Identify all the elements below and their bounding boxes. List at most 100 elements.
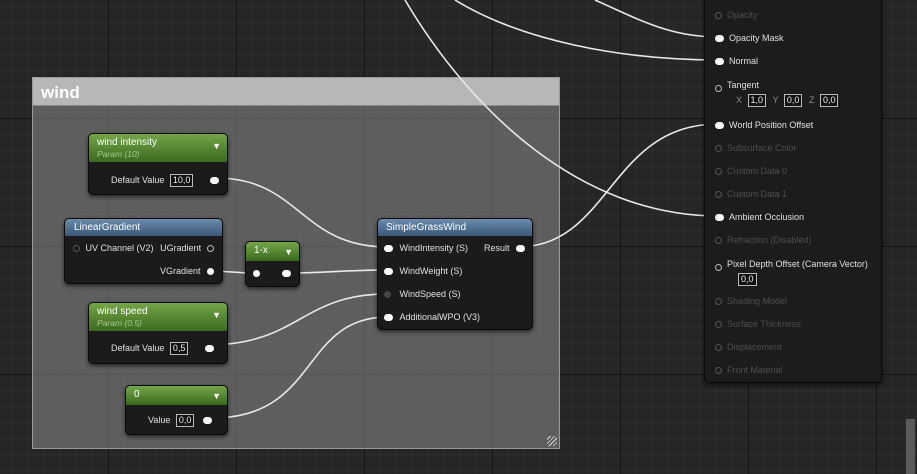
output-pin[interactable]: [282, 270, 291, 277]
node-header[interactable]: SimpleGrassWind: [378, 219, 532, 236]
output-row: Result: [484, 243, 526, 253]
input-row: WindWeight (S): [384, 266, 462, 276]
output-pin[interactable]: [209, 177, 219, 185]
pin-tangent[interactable]: Tangent X 1,0 Y 0,0 Z 0,0: [715, 79, 839, 107]
resize-grip-icon[interactable]: [547, 436, 557, 446]
output-pin[interactable]: [204, 345, 214, 353]
node-title: 0: [134, 389, 140, 400]
pin-label: Front Material: [727, 365, 783, 375]
input-pin[interactable]: [715, 321, 722, 329]
input-pin[interactable]: [73, 245, 80, 253]
pin-displacement[interactable]: Displacement: [715, 342, 782, 352]
pin-label: Refraction (Disabled): [727, 235, 812, 245]
material-result-node[interactable]: Opacity Opacity Mask Normal Tangent X 1,…: [704, 0, 882, 383]
default-value-field[interactable]: 0,5: [169, 342, 189, 355]
node-header[interactable]: LinearGradient: [65, 219, 222, 236]
pdo-field[interactable]: 0,0: [738, 273, 757, 286]
input-pin[interactable]: [715, 168, 722, 176]
value-row: Value 0,0: [148, 414, 212, 427]
chevron-down-icon[interactable]: ▼: [212, 391, 221, 401]
output-pin[interactable]: [207, 268, 215, 276]
output-label: Result: [484, 243, 510, 253]
default-value-label: Default Value: [111, 175, 165, 185]
chevron-down-icon[interactable]: ▼: [212, 141, 221, 151]
input-pin[interactable]: [715, 122, 724, 130]
input-pin[interactable]: [384, 245, 393, 253]
simple-grass-wind-node[interactable]: SimpleGrassWind WindIntensity (S) Result…: [377, 218, 533, 330]
input-pin[interactable]: [384, 314, 393, 322]
constant-zero-node[interactable]: 0 ▼ Value 0,0: [125, 385, 228, 435]
input-row: AdditionalWPO (V3): [384, 312, 480, 322]
input-pin[interactable]: [715, 298, 722, 306]
pin-refraction[interactable]: Refraction (Disabled): [715, 235, 812, 245]
input-pin[interactable]: [715, 35, 724, 43]
output-pin[interactable]: [516, 245, 526, 253]
wind-intensity-node[interactable]: wind intensity Param (10) ▼ Default Valu…: [88, 133, 228, 195]
uv-label: UV Channel (V2): [85, 243, 154, 253]
default-value-field[interactable]: 10,0: [169, 174, 194, 187]
input-pin[interactable]: [715, 12, 722, 20]
input-pin[interactable]: [715, 145, 722, 153]
node-header[interactable]: 0 ▼: [126, 386, 227, 405]
input-pin[interactable]: [715, 344, 722, 352]
node-subtitle: Param (10): [97, 149, 140, 159]
pdo-values: 0,0: [735, 273, 868, 286]
pin-opacity-mask[interactable]: Opacity Mask: [715, 33, 784, 43]
pin-label: Normal: [729, 56, 759, 66]
node-title: LinearGradient: [74, 222, 141, 233]
value-label: Value: [148, 415, 171, 425]
pin-world-position-offset[interactable]: World Position Offset: [715, 120, 813, 130]
chevron-down-icon[interactable]: ▼: [212, 310, 221, 320]
vgradient-label: VGradient: [160, 266, 201, 276]
pin-custom-data-1[interactable]: Custom Data 1: [715, 189, 787, 199]
pin-shading-model[interactable]: Shading Model: [715, 296, 787, 306]
pin-label: Shading Model: [727, 296, 788, 306]
input-pin[interactable]: [384, 291, 391, 299]
value-field[interactable]: 0,0: [175, 414, 195, 427]
node-header[interactable]: wind speed Param (0.5) ▼: [89, 303, 227, 331]
scrollbar[interactable]: [906, 419, 915, 474]
comment-title[interactable]: wind: [33, 78, 559, 106]
input-pin[interactable]: [715, 58, 724, 66]
pin-label: Displacement: [727, 342, 782, 352]
one-minus-node[interactable]: 1-x ▼: [245, 241, 300, 287]
node-subtitle: Param (0.5): [97, 318, 142, 328]
pin-label: Custom Data 1: [727, 189, 788, 199]
wind-speed-node[interactable]: wind speed Param (0.5) ▼ Default Value 0…: [88, 302, 228, 364]
input-pin[interactable]: [384, 268, 393, 276]
pin-subsurface-color[interactable]: Subsurface Color: [715, 143, 797, 153]
input-pin[interactable]: [715, 367, 722, 375]
pin-surface-thickness[interactable]: Surface Thickness: [715, 319, 801, 329]
node-header[interactable]: 1-x ▼: [246, 242, 299, 261]
tangent-x-field[interactable]: 1,0: [747, 94, 767, 107]
tangent-z-field[interactable]: 0,0: [819, 94, 839, 107]
input-pin[interactable]: [253, 270, 260, 277]
pin-custom-data-0[interactable]: Custom Data 0: [715, 166, 787, 176]
input-pin[interactable]: [715, 264, 722, 271]
pin-pixel-depth-offset[interactable]: Pixel Depth Offset (Camera Vector) 0,0: [715, 258, 868, 286]
default-value-row: Default Value 10,0: [111, 174, 219, 187]
pin-front-material[interactable]: Front Material: [715, 365, 783, 375]
pin-label: Surface Thickness: [727, 319, 801, 329]
node-header[interactable]: wind intensity Param (10) ▼: [89, 134, 227, 162]
input-pin[interactable]: [715, 85, 722, 92]
tangent-y-field[interactable]: 0,0: [783, 94, 803, 107]
default-value-row: Default Value 0,5: [111, 342, 214, 355]
z-label: Z: [808, 95, 815, 105]
pin-ambient-occlusion[interactable]: Ambient Occlusion: [715, 212, 804, 222]
pin-normal[interactable]: Normal: [715, 56, 758, 66]
pin-label: Opacity Mask: [729, 33, 784, 43]
x-label: X: [736, 95, 743, 105]
node-title: wind intensity: [97, 137, 158, 148]
linear-gradient-node[interactable]: LinearGradient UV Channel (V2) UGradient…: [64, 218, 223, 284]
vgrad-row: VGradient: [160, 266, 215, 276]
input-pin[interactable]: [715, 214, 724, 222]
pin-opacity[interactable]: Opacity: [715, 10, 758, 20]
output-pin[interactable]: [202, 417, 212, 425]
chevron-down-icon[interactable]: ▼: [284, 247, 293, 257]
input-pin[interactable]: [715, 237, 722, 245]
input-row: WindIntensity (S): [384, 243, 468, 253]
input-label: WindSpeed (S): [399, 289, 461, 299]
output-pin[interactable]: [206, 245, 214, 253]
input-pin[interactable]: [715, 191, 722, 199]
